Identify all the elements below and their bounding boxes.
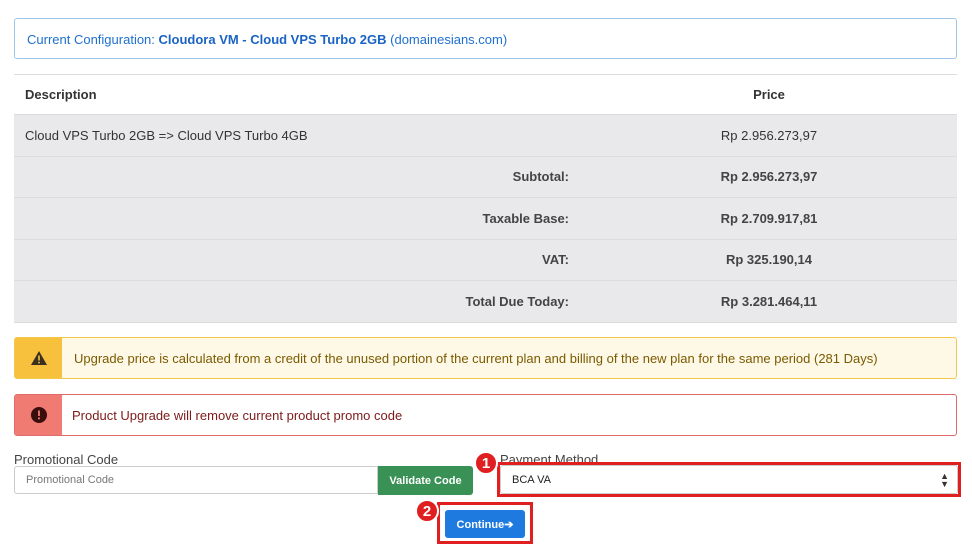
continue-highlight: Continue➔ — [437, 502, 533, 544]
table-header-row: Description Price — [14, 74, 957, 115]
validate-code-button[interactable]: Validate Code — [378, 466, 473, 495]
promo-code-label: Promotional Code — [14, 452, 119, 467]
continue-button[interactable]: Continue➔ — [445, 510, 525, 538]
vat-value: Rp 325.190,14 — [725, 252, 812, 268]
payment-method-highlight: BCA VA ▲ ▼ — [497, 462, 961, 497]
total-due-label: Total Due Today: — [465, 293, 569, 309]
total-due-value: Rp 3.281.464,11 — [720, 293, 818, 309]
subtotal-row: Subtotal: Rp 2.956.273,97 — [14, 156, 957, 198]
taxable-base-row: Taxable Base: Rp 2.709.917,81 — [14, 198, 957, 240]
upgrade-price-warning: Upgrade price is calculated from a credi… — [14, 337, 957, 379]
arrow-right-icon: ➔ — [504, 518, 514, 531]
line-item-price: Rp 2.956.273,97 — [720, 127, 818, 143]
current-configuration-box: Current Configuration: Cloudora VM - Clo… — [14, 18, 957, 59]
price-header: Price — [753, 87, 785, 102]
payment-method-value: BCA VA — [512, 473, 551, 486]
config-product-name: Cloudora VM - Cloud VPS Turbo 2GB — [158, 32, 387, 47]
promo-removal-alert: Product Upgrade will remove current prod… — [14, 394, 957, 436]
subtotal-label: Subtotal: — [512, 169, 569, 185]
promo-code-input[interactable] — [14, 466, 378, 494]
continue-label: Continue — [456, 518, 505, 531]
upgrade-summary-table: Description Price Cloud VPS Turbo 2GB =>… — [14, 74, 957, 323]
warning-text: Upgrade price is calculated from a credi… — [74, 350, 878, 366]
config-domain: (domainesians.com) — [390, 32, 508, 47]
config-prefix: Current Configuration: — [27, 32, 155, 47]
description-header: Description — [25, 87, 97, 102]
danger-text: Product Upgrade will remove current prod… — [72, 407, 403, 423]
step-badge-2: 2 — [415, 499, 439, 523]
table-row: Cloud VPS Turbo 2GB => Cloud VPS Turbo 4… — [14, 115, 957, 157]
select-caret-icon: ▲ ▼ — [940, 471, 949, 489]
vat-label: VAT: — [542, 252, 569, 268]
payment-method-select[interactable]: BCA VA ▲ ▼ — [500, 465, 958, 494]
exclamation-circle-icon — [15, 395, 62, 435]
total-due-row: Total Due Today: Rp 3.281.464,11 — [14, 281, 957, 323]
taxable-base-label: Taxable Base: — [482, 210, 569, 226]
line-item-description: Cloud VPS Turbo 2GB => Cloud VPS Turbo 4… — [25, 127, 308, 143]
taxable-base-value: Rp 2.709.917,81 — [720, 210, 818, 226]
warning-triangle-icon — [15, 338, 62, 378]
vat-row: VAT: Rp 325.190,14 — [14, 239, 957, 281]
subtotal-value: Rp 2.956.273,97 — [720, 169, 818, 185]
step-badge-1: 1 — [474, 451, 498, 475]
